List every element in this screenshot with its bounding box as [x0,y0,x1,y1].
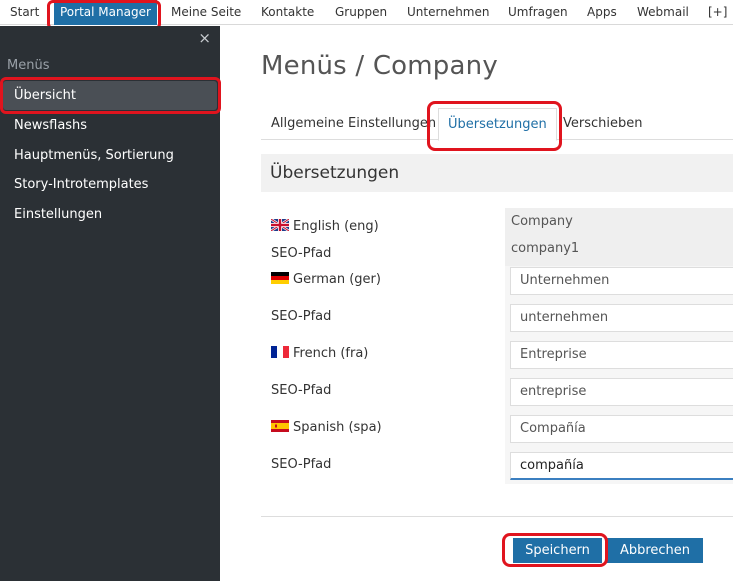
nav-portal-manager[interactable]: Portal Manager [54,0,157,25]
french-name-input[interactable]: Entreprise [510,341,733,369]
nav-apps[interactable]: Apps [587,0,617,25]
germany-flag-icon [271,272,289,284]
top-navigation: Start Portal Manager Meine Seite Kontakt… [0,0,733,25]
nav-umfragen[interactable]: Umfragen [508,0,568,25]
tab-bar: Allgemeine Einstellungen Übersetzungen V… [261,108,733,141]
spanish-seo-input[interactable]: compañía [510,452,733,480]
section-header: Übersetzungen [261,154,733,192]
form-divider [261,516,733,517]
nav-webmail[interactable]: Webmail [637,0,689,25]
sidebar-heading: Menüs [7,58,50,73]
france-flag-icon [271,346,289,358]
nav-gruppen[interactable]: Gruppen [335,0,387,25]
label-seo-german: SEO-Pfad [271,309,332,324]
cancel-button[interactable]: Abbrechen [607,538,703,563]
tab-verschieben[interactable]: Verschieben [563,108,643,140]
tab-uebersetzungen[interactable]: Übersetzungen [438,108,557,141]
german-name-input[interactable]: Unternehmen [510,267,733,295]
nav-meine-seite[interactable]: Meine Seite [171,0,241,25]
english-seo-value: company1 [511,241,580,256]
sidebar-item-hauptmenues[interactable]: Hauptmenüs, Sortierung [0,141,220,170]
label-french-text: French (fra) [293,346,369,361]
label-german-text: German (ger) [293,272,381,287]
page-title: Menüs / Company [261,51,498,81]
sidebar-item-einstellungen[interactable]: Einstellungen [0,200,220,229]
label-spanish: Spanish (spa) [271,420,382,435]
spanish-name-input[interactable]: Compañía [510,415,733,443]
label-seo-spanish: SEO-Pfad [271,457,332,472]
german-seo-input[interactable]: unternehmen [510,304,733,332]
nav-start[interactable]: Start [10,0,39,25]
sidebar-item-story-introtemplates[interactable]: Story-Introtemplates [0,170,220,199]
label-english-text: English (eng) [293,219,379,234]
nav-unternehmen[interactable]: Unternehmen [407,0,489,25]
sidebar-item-uebersicht[interactable]: Übersicht [3,81,217,110]
save-button[interactable]: Speichern [513,538,602,563]
french-seo-input[interactable]: entreprise [510,378,733,406]
label-german: German (ger) [271,272,381,287]
spain-flag-icon [271,420,289,432]
label-seo-french: SEO-Pfad [271,383,332,398]
label-seo-english: SEO-Pfad [271,246,332,261]
label-english: English (eng) [271,219,379,234]
label-spanish-text: Spanish (spa) [293,420,382,435]
close-icon[interactable]: × [198,29,211,47]
english-value: Company [511,214,573,229]
uk-flag-icon [271,219,289,231]
nav-more[interactable]: [+] [708,0,727,25]
sidebar: × Menüs Übersicht Newsflashs Hauptmenüs,… [0,26,220,581]
label-french: French (fra) [271,346,368,361]
section-title: Übersetzungen [270,163,400,183]
nav-kontakte[interactable]: Kontakte [261,0,314,25]
tab-allgemeine-einstellungen[interactable]: Allgemeine Einstellungen [271,108,436,140]
sidebar-item-newsflashs[interactable]: Newsflashs [0,111,220,140]
